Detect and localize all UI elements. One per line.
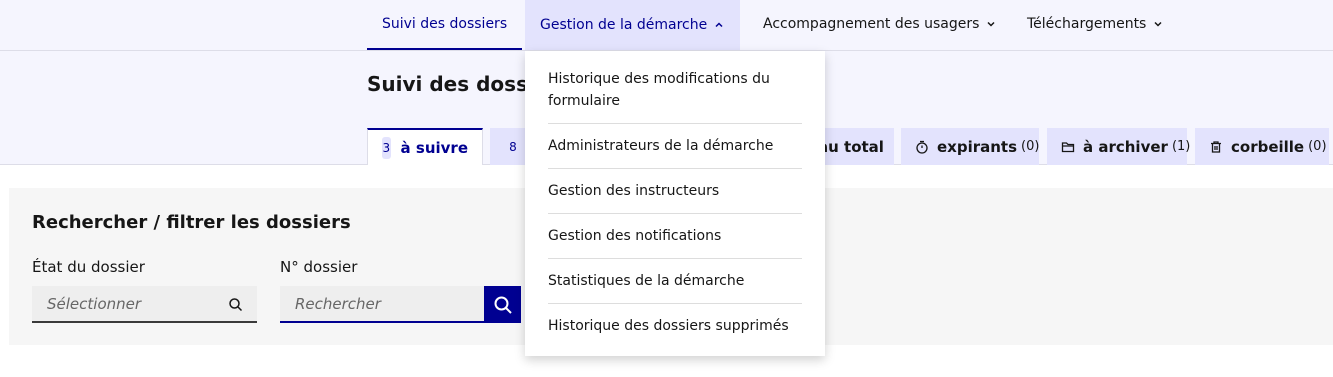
tab-count: (0) xyxy=(1021,139,1040,154)
gestion-demarche-dropdown: Historique des modifications du formulai… xyxy=(525,51,825,356)
tab-count: (0) xyxy=(1308,139,1327,154)
state-select-placeholder: Sélectionner xyxy=(47,294,142,313)
dropdown-item-gestion-notifications[interactable]: Gestion des notifications xyxy=(548,214,802,259)
tab-label: expirants xyxy=(937,137,1018,156)
tab-corbeille[interactable]: corbeille (0) xyxy=(1195,128,1329,165)
nav-item-suivi-dossiers[interactable]: Suivi des dossiers xyxy=(367,0,523,50)
state-field-label: État du dossier xyxy=(32,258,145,276)
nav-item-label: Gestion de la démarche xyxy=(540,17,708,33)
tab-count-badge: 8 xyxy=(502,135,524,158)
nav-item-label: Suivi des dossiers xyxy=(382,16,508,32)
nav-item-telechargements[interactable]: Téléchargements xyxy=(1012,0,1179,48)
timer-icon xyxy=(915,140,929,154)
dropdown-item-administrateurs[interactable]: Administrateurs de la démarche xyxy=(548,124,802,169)
nav-item-accompagnement-usagers[interactable]: Accompagnement des usagers xyxy=(748,0,1012,48)
folder-icon xyxy=(1061,140,1075,154)
number-field-label: N° dossier xyxy=(280,258,358,276)
nav-item-label: Accompagnement des usagers xyxy=(763,16,980,32)
search-icon xyxy=(494,296,512,314)
state-select[interactable]: Sélectionner xyxy=(32,286,257,323)
nav-item-gestion-demarche[interactable]: Gestion de la démarche xyxy=(525,0,741,50)
search-icon xyxy=(229,298,243,312)
search-button[interactable] xyxy=(484,286,521,323)
tab-a-archiver[interactable]: à archiver (1) xyxy=(1047,128,1191,165)
tab-label: à suivre xyxy=(400,138,468,157)
chevron-down-icon xyxy=(1152,18,1164,30)
tab-expirants[interactable]: expirants (0) xyxy=(901,128,1039,165)
dossier-number-placeholder: Rechercher xyxy=(295,294,381,313)
tab-a-suivre[interactable]: 3 à suivre xyxy=(367,128,483,165)
tab-count-badge: 3 xyxy=(382,136,391,159)
dropdown-item-historique-modifications[interactable]: Historique des modifications du formulai… xyxy=(548,51,802,124)
search-panel-title: Rechercher / filtrer les dossiers xyxy=(32,212,351,233)
tab-label: à archiver xyxy=(1083,137,1168,156)
dropdown-item-statistiques[interactable]: Statistiques de la démarche xyxy=(548,259,802,304)
dropdown-item-historique-supprimes[interactable]: Historique des dossiers supprimés xyxy=(548,304,802,348)
trash-icon xyxy=(1209,140,1223,154)
tab-label: corbeille xyxy=(1231,137,1305,156)
dropdown-item-gestion-instructeurs[interactable]: Gestion des instructeurs xyxy=(548,169,802,214)
tab-count: (1) xyxy=(1171,139,1191,154)
tab-label: au total xyxy=(818,137,884,156)
dossier-number-input[interactable]: Rechercher xyxy=(280,286,484,323)
chevron-up-icon xyxy=(713,19,725,31)
chevron-down-icon xyxy=(985,18,997,30)
nav-item-label: Téléchargements xyxy=(1027,16,1147,32)
